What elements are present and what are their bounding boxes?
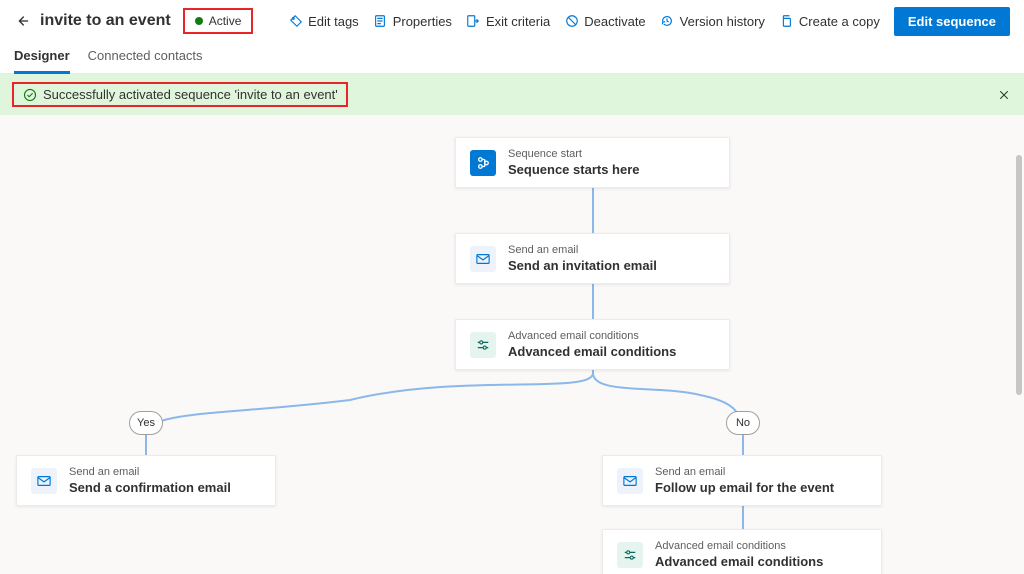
back-button[interactable] [14,13,30,29]
properties-label: Properties [393,14,452,29]
status-label: Active [209,14,242,28]
tag-icon [288,14,303,29]
branch-yes-label: Yes [129,411,163,435]
node-subtitle: Advanced email conditions [508,330,676,342]
node-advanced-conditions-1[interactable]: Advanced email conditions Advanced email… [455,319,730,370]
edit-tags-button[interactable]: Edit tags [288,14,359,29]
node-advanced-conditions-2[interactable]: Advanced email conditions Advanced email… [602,529,882,574]
version-history-button[interactable]: Version history [660,14,765,29]
arrow-left-icon [15,14,29,28]
checkmark-circle-icon [22,87,37,102]
exit-icon [466,14,481,29]
email-icon [470,246,496,272]
node-subtitle: Send an email [655,466,834,478]
copy-icon [779,14,794,29]
exit-criteria-button[interactable]: Exit criteria [466,14,550,29]
vertical-scrollbar[interactable] [1016,155,1022,395]
toolbar: Edit tags Properties Exit criteria Deact… [288,7,1010,36]
success-banner: Successfully activated sequence 'invite … [0,74,1024,115]
deactivate-label: Deactivate [584,14,645,29]
page-header: invite to an event Active Edit tags Prop… [0,0,1024,42]
node-sequence-start[interactable]: Sequence start Sequence starts here [455,137,730,188]
create-copy-button[interactable]: Create a copy [779,14,880,29]
properties-icon [373,14,388,29]
node-subtitle: Advanced email conditions [655,540,823,552]
node-subtitle: Send an email [69,466,231,478]
node-subtitle: Sequence start [508,148,640,160]
edit-tags-label: Edit tags [308,14,359,29]
version-history-label: Version history [680,14,765,29]
node-send-invitation-email[interactable]: Send an email Send an invitation email [455,233,730,284]
create-copy-label: Create a copy [799,14,880,29]
conditions-icon [470,332,496,358]
deactivate-icon [564,14,579,29]
sequence-title: invite to an event [40,12,171,30]
start-icon [470,150,496,176]
edit-sequence-label: Edit sequence [908,14,996,29]
node-title: Send a confirmation email [69,480,231,495]
properties-button[interactable]: Properties [373,14,452,29]
email-icon [31,468,57,494]
node-title: Follow up email for the event [655,480,834,495]
email-icon [617,468,643,494]
node-title: Send an invitation email [508,258,657,273]
node-title: Advanced email conditions [508,344,676,359]
node-subtitle: Send an email [508,244,657,256]
tab-designer[interactable]: Designer [14,42,70,74]
status-badge: Active [183,8,254,34]
banner-highlight: Successfully activated sequence 'invite … [12,82,348,107]
tab-bar: Designer Connected contacts [0,42,1024,74]
designer-canvas[interactable]: Yes No Sequence start Sequence starts he… [0,115,1024,574]
tab-connected-contacts[interactable]: Connected contacts [88,42,203,73]
branch-no-label: No [726,411,760,435]
exit-criteria-label: Exit criteria [486,14,550,29]
banner-message: Successfully activated sequence 'invite … [43,87,338,102]
edit-sequence-button[interactable]: Edit sequence [894,7,1010,36]
history-icon [660,14,675,29]
status-dot-icon [195,17,203,25]
node-send-confirmation-email[interactable]: Send an email Send a confirmation email [16,455,276,506]
node-title: Sequence starts here [508,162,640,177]
conditions-icon [617,542,643,568]
deactivate-button[interactable]: Deactivate [564,14,645,29]
node-title: Advanced email conditions [655,554,823,569]
node-follow-up-email[interactable]: Send an email Follow up email for the ev… [602,455,882,506]
banner-close-button[interactable] [996,87,1012,103]
close-icon [998,89,1010,101]
